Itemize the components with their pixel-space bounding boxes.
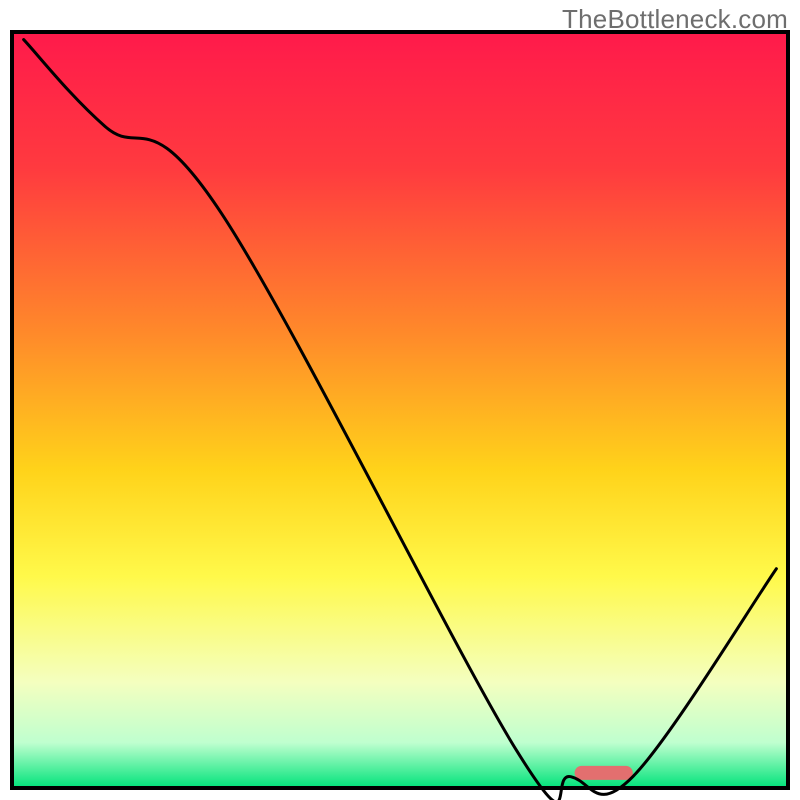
chart-container: TheBottleneck.com [0, 0, 800, 800]
bottleneck-chart [0, 0, 800, 800]
watermark-text: TheBottleneck.com [562, 4, 788, 35]
gradient-background [12, 32, 788, 788]
optimal-marker [575, 766, 633, 780]
